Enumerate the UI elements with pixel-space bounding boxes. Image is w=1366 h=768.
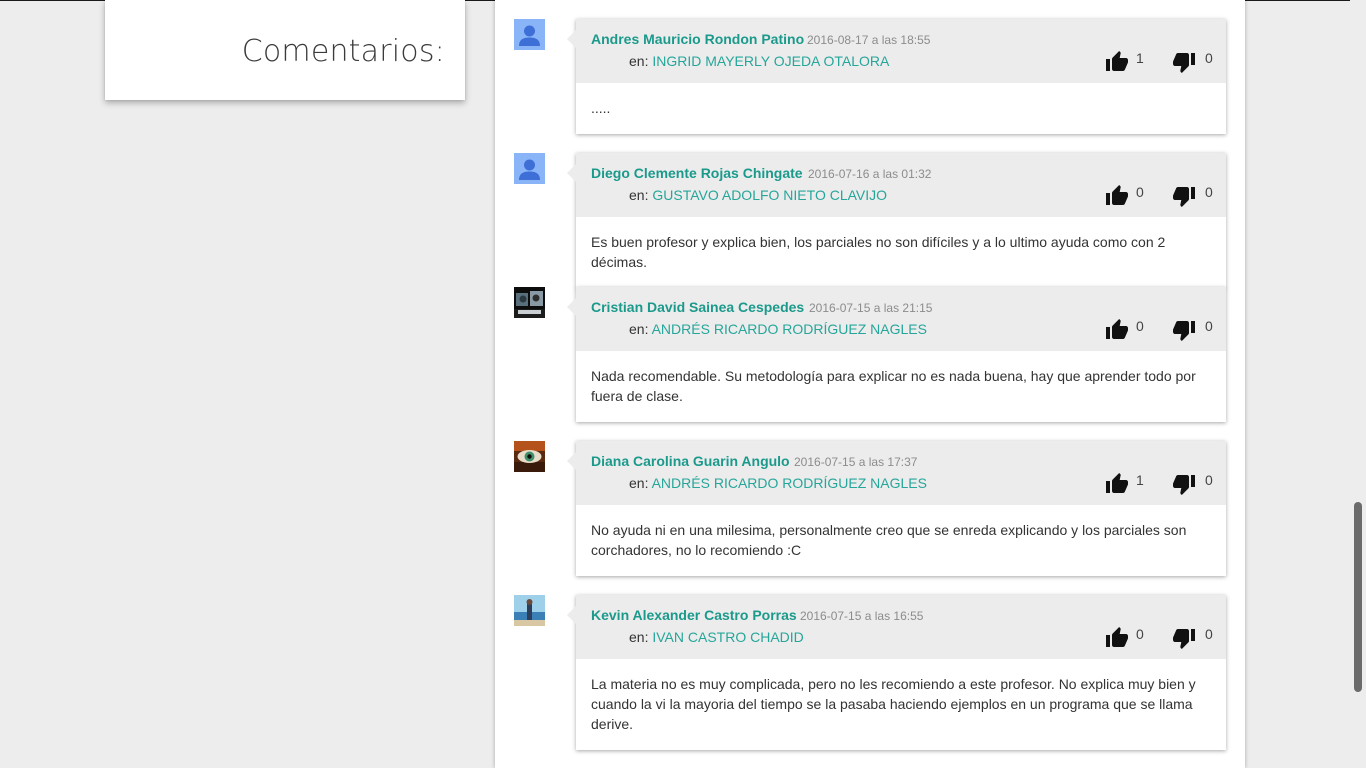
default-user-icon xyxy=(514,153,545,184)
comment-header: Kevin Alexander Castro Porras 2016-07-15… xyxy=(567,595,1226,659)
author-link[interactable]: Andres Mauricio Rondon Patino xyxy=(591,31,804,47)
comment-date: 2016-07-16 a las 01:32 xyxy=(808,167,932,181)
speech-arrow xyxy=(567,452,576,470)
professor-link[interactable]: GUSTAVO ADOLFO NIETO CLAVIJO xyxy=(652,187,887,203)
comment-text: Es buen profesor y explica bien, los par… xyxy=(591,234,1166,270)
speech-arrow xyxy=(567,164,576,182)
professor-link[interactable]: ANDRÉS RICARDO RODRÍGUEZ NAGLES xyxy=(652,321,927,337)
eye-photo-avatar xyxy=(514,441,545,472)
like-count: 0 xyxy=(1136,184,1144,200)
en-label: en: xyxy=(629,53,653,69)
author-link[interactable]: Cristian David Sainea Cespedes xyxy=(591,299,804,315)
thumbs-up-icon xyxy=(1106,185,1128,205)
professor-link[interactable]: INGRID MAYERLY OJEDA OTALORA xyxy=(652,53,889,69)
like-button[interactable]: 1 xyxy=(1105,472,1145,496)
thumbs-up-icon xyxy=(1106,51,1128,71)
thumbs-up-icon xyxy=(1106,319,1128,339)
comment-header: Diego Clemente Rojas Chingate 2016-07-16… xyxy=(567,153,1226,217)
avatar[interactable] xyxy=(514,595,545,626)
like-count: 1 xyxy=(1136,50,1144,66)
page-title: Comentarios: xyxy=(241,34,445,69)
avatar[interactable] xyxy=(514,287,545,318)
dislike-count: 0 xyxy=(1205,184,1213,200)
comment-date: 2016-07-15 a las 21:15 xyxy=(809,301,933,315)
author-link[interactable]: Kevin Alexander Castro Porras xyxy=(591,607,797,623)
avatar[interactable] xyxy=(514,441,545,472)
comment-text: No ayuda ni en una milesima, personalmen… xyxy=(591,522,1187,558)
like-count: 0 xyxy=(1136,626,1144,642)
professor-line: en: ANDRÉS RICARDO RODRÍGUEZ NAGLES xyxy=(629,475,927,491)
professor-link[interactable]: ANDRÉS RICARDO RODRÍGUEZ NAGLES xyxy=(652,475,927,491)
like-button[interactable]: 0 xyxy=(1105,318,1145,342)
speech-arrow xyxy=(567,30,576,48)
author-link[interactable]: Diana Carolina Guarin Angulo xyxy=(591,453,790,469)
beach-photo-avatar xyxy=(514,595,545,626)
thumbs-up-icon xyxy=(1106,627,1128,647)
thumbs-down-icon xyxy=(1173,321,1195,341)
comment-date: 2016-07-15 a las 16:55 xyxy=(800,609,924,623)
thumbs-up-icon xyxy=(1106,473,1128,493)
comment-card: Diego Clemente Rojas Chingate 2016-07-16… xyxy=(567,153,1226,288)
dislike-count: 0 xyxy=(1205,50,1213,66)
comment-date: 2016-07-15 a las 17:37 xyxy=(794,455,918,469)
comment-text: Nada recomendable. Su metodología para e… xyxy=(591,368,1196,404)
like-button[interactable]: 0 xyxy=(1105,626,1145,650)
photo-avatar xyxy=(514,287,545,318)
professor-line: en: GUSTAVO ADOLFO NIETO CLAVIJO xyxy=(629,187,887,203)
comment-header: Cristian David Sainea Cespedes 2016-07-1… xyxy=(567,287,1226,351)
dislike-button[interactable]: 0 xyxy=(1172,318,1213,342)
like-count: 1 xyxy=(1136,472,1144,488)
like-button[interactable]: 0 xyxy=(1105,184,1145,208)
speech-arrow xyxy=(567,298,576,316)
dislike-button[interactable]: 0 xyxy=(1172,472,1213,496)
comment-card: Cristian David Sainea Cespedes 2016-07-1… xyxy=(567,287,1226,422)
en-label: en: xyxy=(629,187,653,203)
avatar[interactable] xyxy=(514,19,545,50)
thumbs-down-icon xyxy=(1173,187,1195,207)
scrollbar-thumb[interactable] xyxy=(1354,502,1362,692)
like-button[interactable]: 1 xyxy=(1105,50,1145,74)
like-count: 0 xyxy=(1136,318,1144,334)
comment-header: Diana Carolina Guarin Angulo 2016-07-15 … xyxy=(567,441,1226,505)
dislike-count: 0 xyxy=(1205,626,1213,642)
professor-line: en: INGRID MAYERLY OJEDA OTALORA xyxy=(629,53,889,69)
avatar[interactable] xyxy=(514,153,545,184)
comment-date: 2016-08-17 a las 18:55 xyxy=(807,33,931,47)
professor-line: en: ANDRÉS RICARDO RODRÍGUEZ NAGLES xyxy=(629,321,927,337)
comments-title-card: Comentarios: xyxy=(105,0,465,100)
dislike-button[interactable]: 0 xyxy=(1172,184,1213,208)
default-user-icon xyxy=(514,19,545,50)
comment-card: Kevin Alexander Castro Porras 2016-07-15… xyxy=(567,595,1226,750)
dislike-count: 0 xyxy=(1205,318,1213,334)
comment-header: Andres Mauricio Rondon Patino 2016-08-17… xyxy=(567,19,1226,83)
en-label: en: xyxy=(629,475,652,491)
speech-arrow xyxy=(567,606,576,624)
thumbs-down-icon xyxy=(1173,53,1195,73)
professor-link[interactable]: IVAN CASTRO CHADID xyxy=(652,629,803,645)
en-label: en: xyxy=(629,629,653,645)
comment-card: Diana Carolina Guarin Angulo 2016-07-15 … xyxy=(567,441,1226,576)
dislike-button[interactable]: 0 xyxy=(1172,626,1213,650)
dislike-count: 0 xyxy=(1205,472,1213,488)
thumbs-down-icon xyxy=(1173,629,1195,649)
comments-panel: Andres Mauricio Rondon Patino 2016-08-17… xyxy=(495,0,1245,768)
comment-card: Andres Mauricio Rondon Patino 2016-08-17… xyxy=(567,19,1226,134)
comment-text: La materia no es muy complicada, pero no… xyxy=(591,676,1196,732)
professor-line: en: IVAN CASTRO CHADID xyxy=(629,629,804,645)
comment-text: ..... xyxy=(591,100,611,116)
en-label: en: xyxy=(629,321,652,337)
scrollbar[interactable] xyxy=(1350,0,1366,768)
dislike-button[interactable]: 0 xyxy=(1172,50,1213,74)
thumbs-down-icon xyxy=(1173,475,1195,495)
author-link[interactable]: Diego Clemente Rojas Chingate xyxy=(591,165,803,181)
